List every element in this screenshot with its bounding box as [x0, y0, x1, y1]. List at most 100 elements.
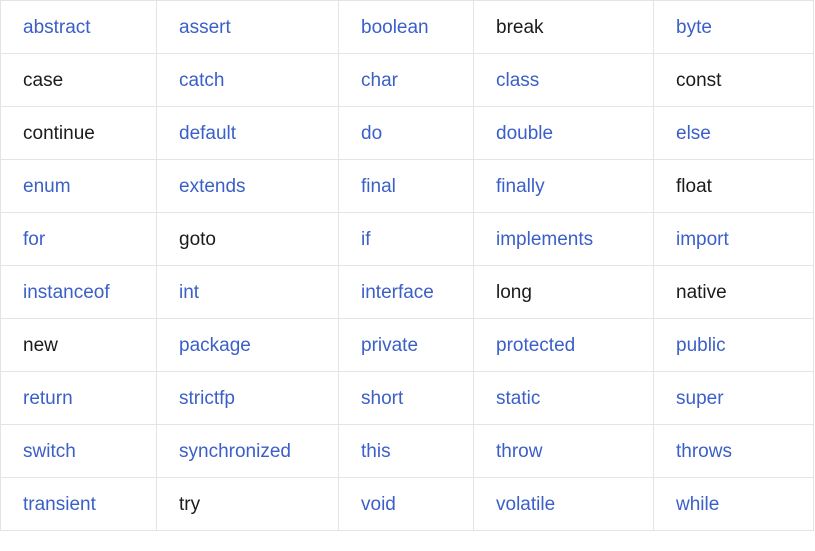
keyword-link[interactable]: assert: [179, 17, 231, 38]
keyword-cell: extends: [156, 159, 339, 213]
keyword-link[interactable]: super: [676, 388, 724, 409]
keyword-link[interactable]: public: [676, 335, 726, 356]
keyword-link[interactable]: synchronized: [179, 441, 291, 462]
keyword-link[interactable]: default: [179, 123, 236, 144]
keyword-link[interactable]: throws: [676, 441, 732, 462]
keyword-cell: default: [156, 106, 339, 160]
keyword-cell: static: [473, 371, 654, 425]
keyword-text: break: [496, 16, 544, 38]
table-row: enum extends final finally float: [0, 159, 814, 213]
keyword-cell: try: [156, 477, 339, 531]
keyword-text: long: [496, 281, 532, 303]
keyword-cell: strictfp: [156, 371, 339, 425]
keyword-link[interactable]: int: [179, 282, 199, 303]
keyword-cell: int: [156, 265, 339, 319]
keyword-link[interactable]: strictfp: [179, 388, 235, 409]
keyword-cell: native: [653, 265, 814, 319]
keyword-link[interactable]: finally: [496, 176, 545, 197]
keyword-link[interactable]: return: [23, 388, 73, 409]
keyword-link[interactable]: for: [23, 229, 45, 250]
keyword-cell: new: [0, 318, 157, 372]
keyword-cell: finally: [473, 159, 654, 213]
keyword-link[interactable]: final: [361, 176, 396, 197]
table-row: return strictfp short static super: [0, 371, 814, 425]
keyword-cell: while: [653, 477, 814, 531]
keyword-table-body: abstract assert boolean break byte case catch c…: [0, 0, 814, 531]
keyword-link[interactable]: switch: [23, 441, 76, 462]
keyword-cell: if: [338, 212, 474, 266]
keyword-cell: const: [653, 53, 814, 107]
keyword-table: abstract assert boolean break byte case catch c…: [0, 0, 814, 531]
keyword-text: const: [676, 69, 722, 91]
keyword-link[interactable]: while: [676, 494, 719, 515]
keyword-cell: case: [0, 53, 157, 107]
keyword-cell: float: [653, 159, 814, 213]
keyword-link[interactable]: protected: [496, 335, 575, 356]
keyword-text: goto: [179, 228, 216, 250]
keyword-link[interactable]: void: [361, 494, 396, 515]
keyword-link[interactable]: double: [496, 123, 553, 144]
keyword-text: try: [179, 493, 201, 515]
keyword-link[interactable]: import: [676, 229, 729, 250]
keyword-cell: throw: [473, 424, 654, 478]
keyword-link[interactable]: char: [361, 70, 398, 91]
keyword-cell: else: [653, 106, 814, 160]
keyword-cell: break: [473, 0, 654, 54]
table-row: abstract assert boolean break byte: [0, 0, 814, 54]
keyword-link[interactable]: this: [361, 441, 391, 462]
keyword-cell: import: [653, 212, 814, 266]
keyword-link[interactable]: volatile: [496, 494, 555, 515]
keyword-link[interactable]: short: [361, 388, 403, 409]
keyword-link[interactable]: enum: [23, 176, 71, 197]
keyword-text: float: [676, 175, 712, 197]
keyword-cell: goto: [156, 212, 339, 266]
keyword-link[interactable]: implements: [496, 229, 593, 250]
keyword-link[interactable]: private: [361, 335, 418, 356]
keyword-text: case: [23, 69, 64, 91]
keyword-link[interactable]: boolean: [361, 17, 429, 38]
keyword-cell: catch: [156, 53, 339, 107]
keyword-cell: this: [338, 424, 474, 478]
keyword-link[interactable]: instanceof: [23, 282, 110, 303]
keyword-link[interactable]: if: [361, 229, 371, 250]
keyword-cell: class: [473, 53, 654, 107]
keyword-cell: boolean: [338, 0, 474, 54]
keyword-link[interactable]: do: [361, 123, 382, 144]
keyword-link[interactable]: else: [676, 123, 711, 144]
keyword-cell: char: [338, 53, 474, 107]
keyword-link[interactable]: catch: [179, 70, 224, 91]
keyword-cell: protected: [473, 318, 654, 372]
keyword-text: new: [23, 334, 58, 356]
keyword-cell: switch: [0, 424, 157, 478]
keyword-link[interactable]: extends: [179, 176, 246, 197]
keyword-cell: enum: [0, 159, 157, 213]
keyword-link[interactable]: throw: [496, 441, 542, 462]
keyword-cell: abstract: [0, 0, 157, 54]
keyword-text: continue: [23, 122, 95, 144]
keyword-cell: continue: [0, 106, 157, 160]
keyword-cell: long: [473, 265, 654, 319]
keyword-cell: final: [338, 159, 474, 213]
keyword-cell: double: [473, 106, 654, 160]
keyword-link[interactable]: package: [179, 335, 251, 356]
keyword-cell: synchronized: [156, 424, 339, 478]
keyword-text: native: [676, 281, 727, 303]
table-row: transient try void volatile while: [0, 477, 814, 531]
table-row: for goto if implements import: [0, 212, 814, 266]
table-row: continue default do double else: [0, 106, 814, 160]
keyword-cell: instanceof: [0, 265, 157, 319]
table-row: switch synchronized this throw throws: [0, 424, 814, 478]
keyword-cell: throws: [653, 424, 814, 478]
keyword-link[interactable]: interface: [361, 282, 434, 303]
keyword-link[interactable]: byte: [676, 17, 712, 38]
keyword-link[interactable]: transient: [23, 494, 96, 515]
keyword-cell: super: [653, 371, 814, 425]
keyword-cell: implements: [473, 212, 654, 266]
keyword-link[interactable]: class: [496, 70, 539, 91]
keyword-cell: do: [338, 106, 474, 160]
keyword-cell: private: [338, 318, 474, 372]
table-row: case catch char class const: [0, 53, 814, 107]
keyword-cell: void: [338, 477, 474, 531]
keyword-link[interactable]: abstract: [23, 17, 91, 38]
keyword-link[interactable]: static: [496, 388, 540, 409]
